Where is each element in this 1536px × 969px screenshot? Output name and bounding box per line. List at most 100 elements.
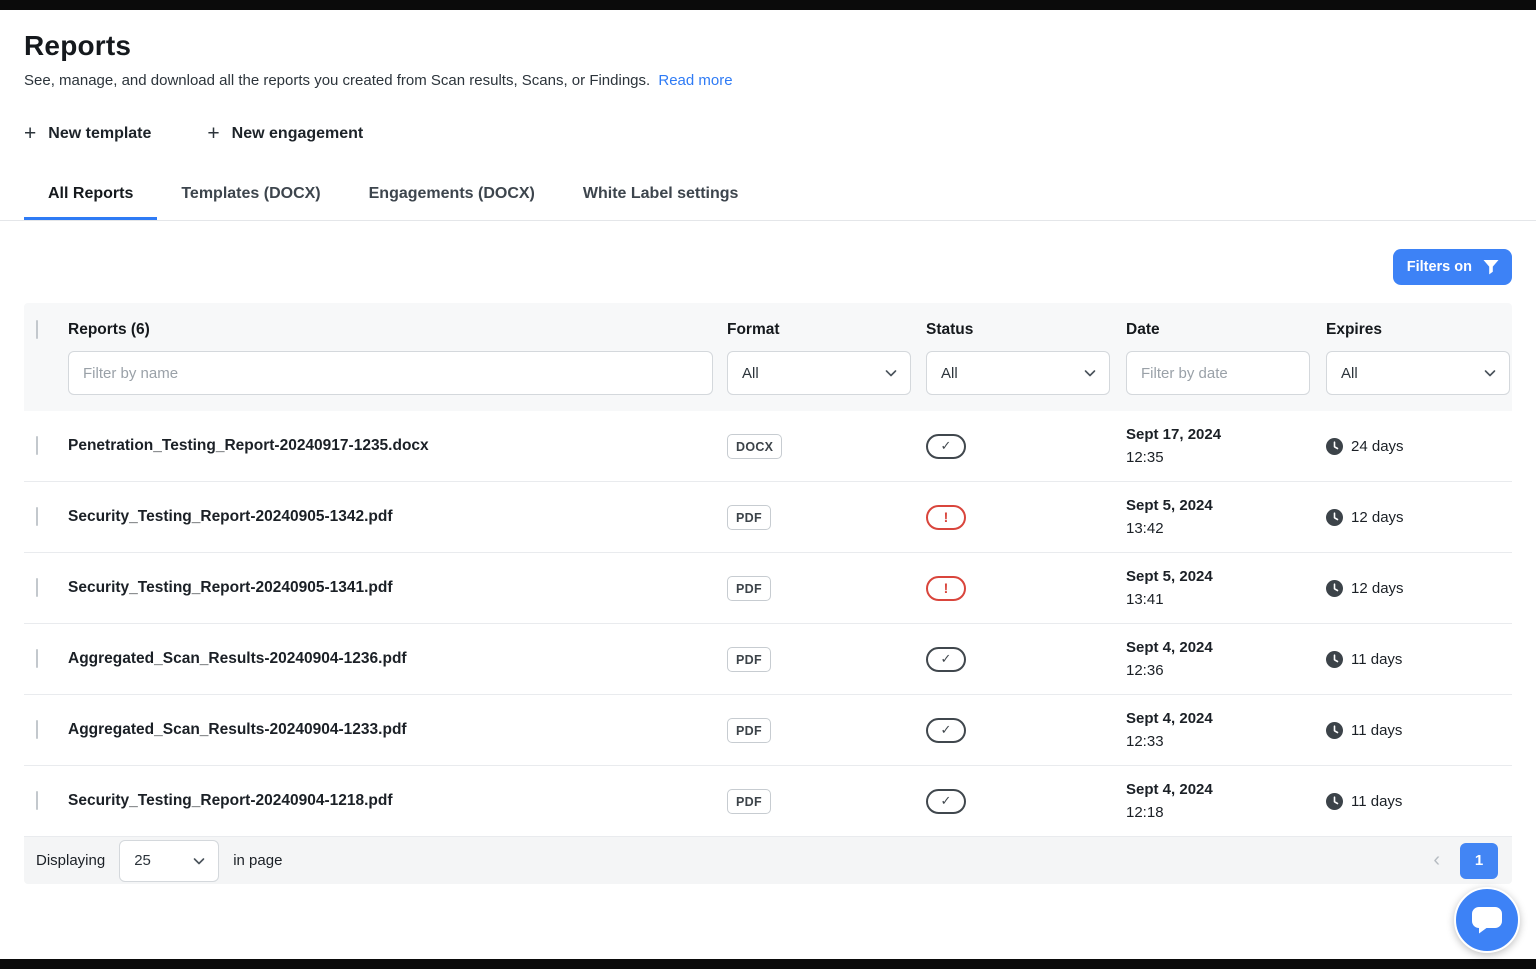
status-filter-select[interactable]: All (926, 351, 1110, 395)
per-page-value: 25 (134, 852, 151, 869)
expires-filter-select[interactable]: All (1326, 351, 1510, 395)
status-icon: ✓ (926, 789, 966, 814)
clock-icon (1326, 651, 1343, 668)
expires-value: 11 days (1351, 651, 1402, 668)
name-filter-input[interactable] (68, 351, 713, 395)
report-name[interactable]: Aggregated_Scan_Results-20240904-1236.pd… (68, 650, 727, 668)
plus-icon: + (24, 123, 36, 144)
plus-icon: + (207, 123, 219, 144)
tab-engagements-docx[interactable]: Engagements (DOCX) (345, 170, 559, 220)
clock-icon (1326, 793, 1343, 810)
column-header-name: Reports (6) (68, 321, 727, 339)
report-time: 12:36 (1126, 659, 1326, 682)
chevron-down-icon (1083, 366, 1097, 380)
reports-table: Reports (6) Format Status Date Expires A… (24, 303, 1512, 884)
report-date: Sept 17, 2024 (1126, 423, 1326, 446)
chat-bubble-icon (1470, 904, 1504, 936)
clock-icon (1326, 509, 1343, 526)
report-name[interactable]: Security_Testing_Report-20240905-1341.pd… (68, 579, 727, 597)
expires-value: 11 days (1351, 793, 1402, 810)
new-engagement-label: New engagement (232, 125, 364, 143)
chevron-down-icon (1483, 366, 1497, 380)
top-edge-bar (0, 0, 1536, 10)
format-badge: PDF (727, 647, 771, 672)
status-icon: ✓ (926, 718, 966, 743)
expires-value: 24 days (1351, 438, 1404, 455)
chevron-down-icon (192, 854, 206, 868)
expires-value: 12 days (1351, 509, 1404, 526)
clock-icon (1326, 722, 1343, 739)
tab-all-reports[interactable]: All Reports (24, 170, 157, 220)
report-name[interactable]: Security_Testing_Report-20240904-1218.pd… (68, 792, 727, 810)
report-date: Sept 4, 2024 (1126, 636, 1326, 659)
new-template-button[interactable]: + New template (24, 123, 151, 144)
chat-launcher-button[interactable] (1454, 887, 1520, 953)
page-title: Reports (24, 30, 1512, 62)
displaying-label: Displaying (36, 852, 105, 869)
table-header: Reports (6) Format Status Date Expires A… (24, 303, 1512, 411)
tab-templates-docx[interactable]: Templates (DOCX) (157, 170, 344, 220)
table-row: Security_Testing_Report-20240905-1341.pd… (24, 553, 1512, 624)
row-checkbox[interactable] (36, 720, 38, 739)
row-checkbox[interactable] (36, 791, 38, 810)
header-actions: + New template + New engagement (24, 123, 1512, 144)
table-body: Penetration_Testing_Report-20240917-1235… (24, 411, 1512, 837)
table-row: Security_Testing_Report-20240905-1342.pd… (24, 482, 1512, 553)
report-time: 13:42 (1126, 517, 1326, 540)
new-engagement-button[interactable]: + New engagement (207, 123, 363, 144)
report-date: Sept 5, 2024 (1126, 565, 1326, 588)
table-row: Penetration_Testing_Report-20240917-1235… (24, 411, 1512, 482)
format-filter-value: All (742, 365, 759, 382)
status-icon: ! (926, 576, 966, 601)
report-date: Sept 4, 2024 (1126, 707, 1326, 730)
filters-row: Filters on (0, 221, 1536, 303)
filters-on-button[interactable]: Filters on (1393, 249, 1512, 285)
row-checkbox[interactable] (36, 436, 38, 455)
report-name[interactable]: Security_Testing_Report-20240905-1342.pd… (68, 508, 727, 526)
format-badge: PDF (727, 505, 771, 530)
table-row: Aggregated_Scan_Results-20240904-1233.pd… (24, 695, 1512, 766)
format-badge: PDF (727, 718, 771, 743)
clock-icon (1326, 438, 1343, 455)
report-time: 13:41 (1126, 588, 1326, 611)
per-page-select[interactable]: 25 (119, 840, 219, 882)
previous-page-button[interactable]: ‹ (1433, 849, 1440, 872)
row-checkbox[interactable] (36, 649, 38, 668)
read-more-link[interactable]: Read more (658, 72, 732, 89)
column-header-status: Status (926, 321, 1126, 339)
tabs-bar: All Reports Templates (DOCX) Engagements… (0, 170, 1536, 221)
table-footer: Displaying 25 in page ‹ 1 (24, 837, 1512, 884)
expires-filter-value: All (1341, 365, 1358, 382)
clock-icon (1326, 580, 1343, 597)
status-icon: ✓ (926, 434, 966, 459)
chevron-down-icon (884, 366, 898, 380)
filter-funnel-icon (1482, 258, 1500, 276)
status-filter-value: All (941, 365, 958, 382)
report-time: 12:35 (1126, 446, 1326, 469)
format-filter-select[interactable]: All (727, 351, 911, 395)
page-subtitle: See, manage, and download all the report… (24, 72, 1512, 89)
expires-value: 11 days (1351, 722, 1402, 739)
new-template-label: New template (48, 125, 151, 143)
select-all-checkbox[interactable] (36, 320, 38, 339)
report-date: Sept 5, 2024 (1126, 494, 1326, 517)
report-name[interactable]: Penetration_Testing_Report-20240917-1235… (68, 437, 727, 455)
expires-value: 12 days (1351, 580, 1404, 597)
column-header-expires: Expires (1326, 321, 1512, 339)
format-badge: PDF (727, 576, 771, 601)
report-date: Sept 4, 2024 (1126, 778, 1326, 801)
status-icon: ✓ (926, 647, 966, 672)
report-time: 12:33 (1126, 730, 1326, 753)
format-badge: PDF (727, 789, 771, 814)
column-header-format: Format (727, 321, 926, 339)
table-row: Security_Testing_Report-20240904-1218.pd… (24, 766, 1512, 837)
in-page-label: in page (233, 852, 282, 869)
page-1-button[interactable]: 1 (1460, 843, 1498, 879)
report-name[interactable]: Aggregated_Scan_Results-20240904-1233.pd… (68, 721, 727, 739)
row-checkbox[interactable] (36, 507, 38, 526)
pagination: ‹ 1 (1433, 843, 1498, 879)
row-checkbox[interactable] (36, 578, 38, 597)
date-filter-input[interactable] (1126, 351, 1310, 395)
column-header-date: Date (1126, 321, 1326, 339)
tab-white-label-settings[interactable]: White Label settings (559, 170, 763, 220)
